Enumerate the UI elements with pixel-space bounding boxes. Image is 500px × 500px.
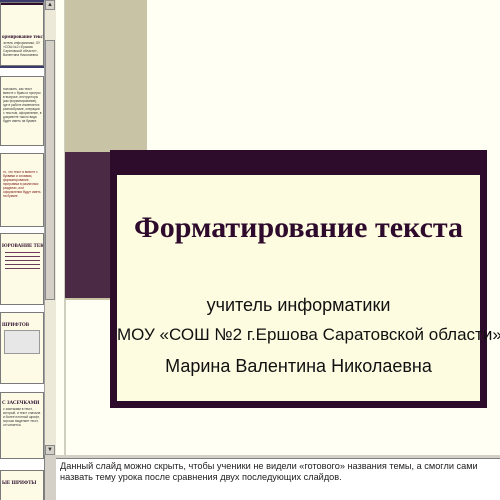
scroll-down-arrow-icon[interactable]: ▼ — [45, 445, 55, 455]
thumbnail-line — [5, 268, 40, 269]
slide-author-role[interactable]: учитель информатики — [117, 295, 480, 316]
scrollbar-thumb[interactable] — [45, 40, 55, 300]
speaker-notes-text[interactable]: Данный слайд можно скрыть, чтобы ученики… — [60, 461, 478, 482]
speaker-notes-pane[interactable]: Данный слайд можно скрыть, чтобы ученики… — [56, 458, 500, 500]
thumbnail-scrollbar[interactable]: ▲ ▼ — [44, 0, 56, 455]
slide-thumbnail-3[interactable]: то, что текст в вместе с буквами и слова… — [0, 153, 44, 227]
thumbnail-line — [5, 256, 40, 257]
scroll-up-arrow-icon[interactable]: ▲ — [45, 0, 55, 10]
thumbnail-screenshot-image — [4, 330, 40, 354]
slide-thumbnail-pane: ормирование текста читель информатики, О… — [0, 0, 45, 500]
thumbnail-text: то, что текст в вместе с буквами и слова… — [3, 170, 41, 198]
thumbnail-text: читель информатики, ОУ «СОШ №2 г.Ершова … — [3, 41, 41, 57]
slide-thumbnail-7[interactable]: ЫЕ ШРИФТЫ — [0, 470, 44, 500]
slide-title[interactable]: Форматирование текста — [117, 211, 480, 245]
thumbnail-line — [5, 252, 40, 253]
slide-thumbnail-5[interactable]: ШРИФТОВ — [0, 312, 44, 384]
slide-thumbnail-2[interactable]: положить, как текст вместе с буквы и про… — [0, 76, 44, 146]
slide-editing-area[interactable]: Форматирование текста учитель информатик… — [56, 0, 500, 455]
thumbnail-title: ШРИФТОВ — [2, 323, 30, 328]
slide-title-card[interactable]: Форматирование текста учитель информатик… — [110, 150, 500, 408]
slide-thumbnail-6[interactable]: С ЗАСЕЧКАМИ с засечками в текст, который… — [0, 392, 44, 459]
thumbnail-line — [5, 260, 40, 261]
slide-card-top-bar — [117, 157, 480, 175]
thumbnail-top-bar — [1, 3, 43, 5]
thumbnail-title: ормирование текста — [2, 35, 44, 40]
thumbnail-line — [5, 264, 40, 265]
thumbnail-title: ЫЕ ШРИФТЫ — [2, 481, 37, 486]
slide-school[interactable]: МОУ «СОШ №2 г.Ершова Саратовской области… — [117, 325, 500, 345]
slide-thumbnail-4[interactable]: ЮРОВАНИЕ ТЕКСТА — [0, 233, 44, 305]
slide-thumbnail-1[interactable]: ормирование текста читель информатики, О… — [0, 0, 44, 68]
thumbnail-text: с засечками в текст, который, и текст сн… — [3, 407, 41, 427]
slide-author-name[interactable]: Марина Валентина Николаевна — [117, 356, 480, 377]
thumbnail-title: С ЗАСЕЧКАМИ — [2, 401, 40, 406]
thumbnail-title: ЮРОВАНИЕ ТЕКСТА — [2, 244, 44, 249]
slide-decorative-shadow — [65, 152, 111, 298]
thumbnail-text: положить, как текст вместе с буквы и про… — [3, 87, 42, 123]
